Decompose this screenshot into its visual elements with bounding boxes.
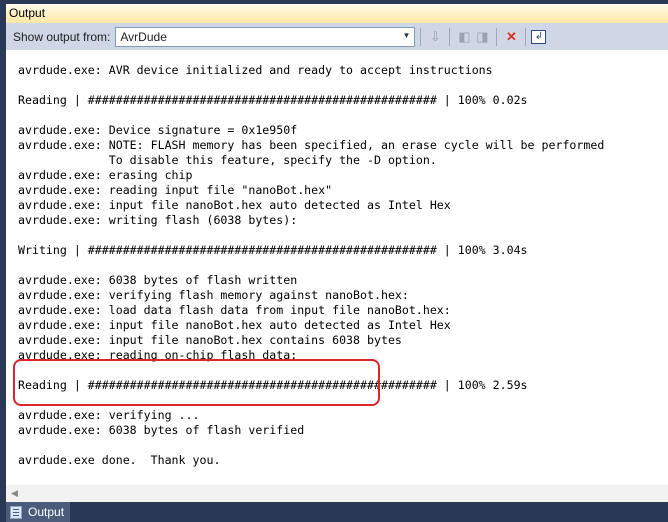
output-line: avrdude.exe: reading input file "nanoBot… (18, 183, 333, 197)
word-wrap-icon[interactable]: ↲ (531, 29, 547, 44)
output-line: avrdude.exe: input file nanoBot.hex cont… (18, 333, 402, 347)
tab-output[interactable]: Output (6, 502, 70, 522)
chevron-down-icon: ▼ (402, 30, 411, 40)
output-line: To disable this feature, specify the -D … (18, 153, 437, 167)
output-line: avrdude.exe: Device signature = 0x1e950f (18, 123, 298, 137)
output-source-dropdown[interactable]: AvrDude ▼ (115, 26, 416, 47)
toolbar-divider (420, 27, 422, 46)
tab-output-label: Output (28, 505, 65, 519)
output-line: avrdude.exe: verifying ... (18, 408, 200, 422)
clear-all-icon[interactable]: ✕ (502, 28, 520, 46)
window-title: Output (6, 4, 668, 23)
output-line: avrdude.exe: verifying flash memory agai… (18, 288, 409, 302)
horizontal-scrollbar[interactable]: ◀ (6, 485, 668, 502)
output-line: avrdude.exe: 6038 bytes of flash written (18, 273, 298, 287)
output-line: Writing | ##############################… (18, 243, 528, 257)
show-output-from-label: Show output from: (13, 29, 111, 44)
output-toolbar: Show output from: AvrDude ▼ ⇩ ◧ ◨ ✕ ↲ (6, 23, 668, 50)
output-line: avrdude.exe: input file nanoBot.hex auto… (18, 198, 451, 212)
output-line: avrdude.exe: AVR device initialized and … (18, 63, 493, 77)
toolbar-divider (496, 27, 498, 46)
output-window: Output Show output from: AvrDude ▼ ⇩ ◧ ◨… (6, 4, 668, 502)
output-line: Reading | ##############################… (18, 93, 528, 107)
output-line: avrdude.exe done. Thank you. (18, 453, 221, 467)
output-line: avrdude.exe: 6038 bytes of flash verifie… (18, 423, 305, 437)
output-line: avrdude.exe: erasing chip (18, 168, 193, 182)
output-source-value: AvrDude (120, 29, 167, 44)
verification-highlight-box (13, 359, 380, 406)
go-to-line-icon[interactable]: ⇩ (426, 28, 444, 46)
toolbar-divider (525, 27, 527, 46)
output-line: avrdude.exe: load data flash data from i… (18, 303, 451, 317)
output-line: avrdude.exe: input file nanoBot.hex auto… (18, 318, 451, 332)
scroll-left-icon[interactable]: ◀ (11, 488, 18, 498)
next-message-icon[interactable]: ◨ (473, 28, 491, 46)
output-text-area[interactable]: avrdude.exe: AVR device initialized and … (6, 50, 668, 485)
output-line: avrdude.exe: NOTE: FLASH memory has been… (18, 138, 605, 152)
output-line: avrdude.exe: writing flash (6038 bytes): (18, 213, 298, 227)
toolbar-divider (449, 27, 451, 46)
output-window-icon (10, 505, 22, 519)
previous-message-icon[interactable]: ◧ (455, 28, 473, 46)
